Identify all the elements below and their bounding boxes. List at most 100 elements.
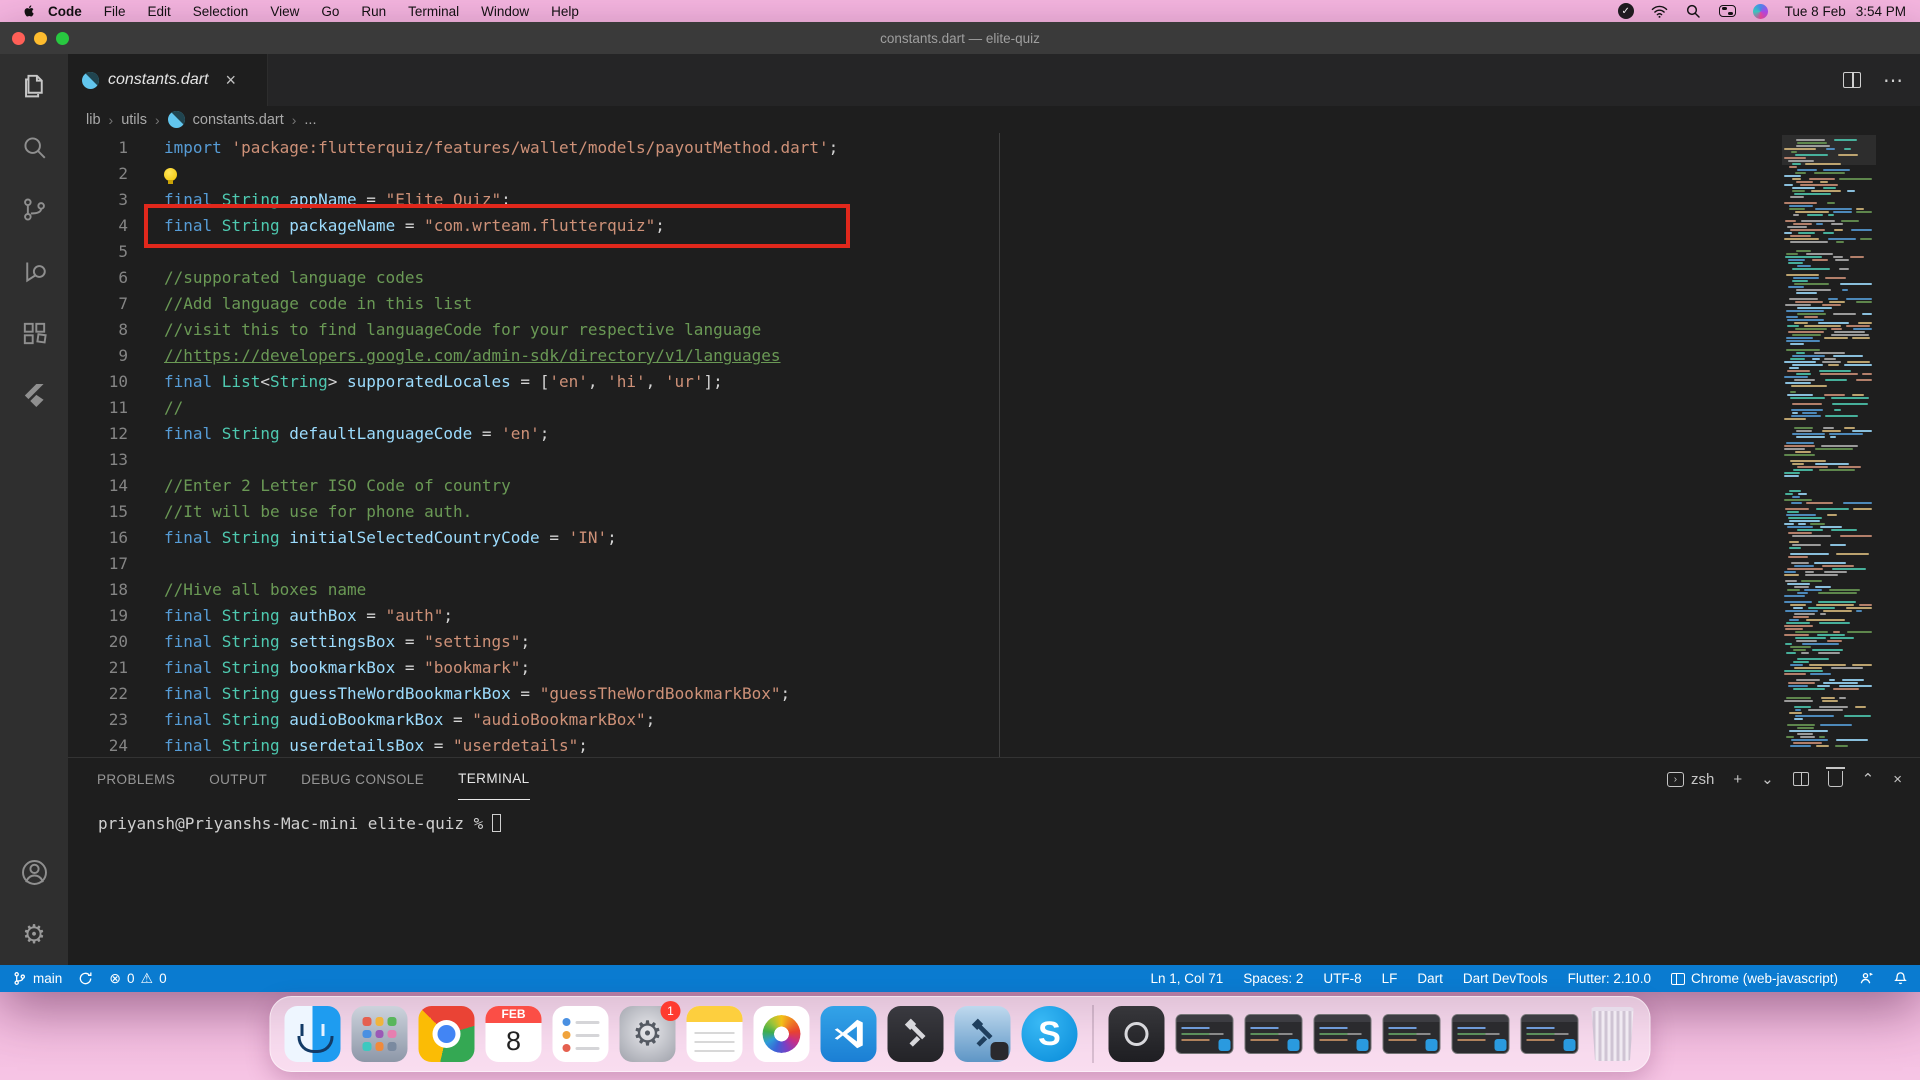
status-item-dart[interactable]: Dart <box>1417 971 1443 986</box>
terminal-output[interactable]: priyansh@Priyanshs-Mac-mini elite-quiz % <box>68 800 1920 833</box>
dock-item-trash[interactable] <box>1590 1007 1636 1061</box>
line-number[interactable]: 16 <box>68 525 128 551</box>
terminal-dropdown-icon[interactable]: ⌄ <box>1761 770 1774 788</box>
code-line[interactable]: 2 <box>68 161 1920 187</box>
status-item-dart[interactable]: Dart DevTools <box>1463 971 1548 986</box>
split-terminal-icon[interactable] <box>1793 772 1809 786</box>
code-line[interactable]: 18//Hive all boxes name <box>68 577 1920 603</box>
line-number[interactable]: 15 <box>68 499 128 525</box>
status-item-ln[interactable]: Ln 1, Col 71 <box>1150 971 1223 986</box>
more-actions-icon[interactable]: ⋯ <box>1883 68 1904 93</box>
dock-item-chrome[interactable] <box>419 1006 475 1062</box>
code-line[interactable]: 11// <box>68 395 1920 421</box>
dock-item-calendar[interactable]: FEB8 <box>486 1006 542 1062</box>
dock-item-window-5[interactable] <box>1452 1014 1510 1054</box>
flutter-icon[interactable] <box>0 364 68 426</box>
line-number[interactable]: 21 <box>68 655 128 681</box>
shield-check-icon[interactable]: ✓ <box>1618 3 1634 19</box>
breadcrumb-item[interactable]: lib <box>86 112 101 128</box>
dock-item-vscode[interactable] <box>821 1006 877 1062</box>
siri-icon[interactable] <box>1753 4 1768 19</box>
line-number[interactable]: 20 <box>68 629 128 655</box>
line-number[interactable]: 14 <box>68 473 128 499</box>
menu-item-edit[interactable]: Edit <box>137 0 182 22</box>
code-line[interactable]: 16final String initialSelectedCountryCod… <box>68 525 1920 551</box>
code-line[interactable]: 20final String settingsBox = "settings"; <box>68 629 1920 655</box>
kill-terminal-icon[interactable] <box>1828 771 1843 787</box>
line-number[interactable]: 4 <box>68 213 128 239</box>
dock-item-finder[interactable] <box>285 1006 341 1062</box>
status-item-lf[interactable]: LF <box>1382 971 1398 986</box>
control-center-icon[interactable] <box>1719 5 1736 17</box>
code-line[interactable]: 13 <box>68 447 1920 473</box>
settings-gear-icon[interactable]: ⚙ <box>0 903 68 965</box>
menu-item-go[interactable]: Go <box>310 0 350 22</box>
code-line[interactable]: 19final String authBox = "auth"; <box>68 603 1920 629</box>
dock-item-window-3[interactable] <box>1314 1014 1372 1054</box>
line-number[interactable]: 3 <box>68 187 128 213</box>
menu-item-window[interactable]: Window <box>470 0 540 22</box>
code-line[interactable]: 15//It will be use for phone auth. <box>68 499 1920 525</box>
breadcrumb-item[interactable]: utils <box>121 112 147 128</box>
status-item-flutter[interactable]: Flutter: 2.10.0 <box>1568 971 1651 986</box>
line-number[interactable]: 24 <box>68 733 128 757</box>
browser-target[interactable]: Chrome (web-javascript) <box>1671 971 1838 986</box>
code-line[interactable]: 14//Enter 2 Letter ISO Code of country <box>68 473 1920 499</box>
dock-item-skype[interactable]: S <box>1022 1006 1078 1062</box>
close-panel-icon[interactable]: × <box>1893 771 1902 788</box>
code-line[interactable]: 7//Add language code in this list <box>68 291 1920 317</box>
line-number[interactable]: 8 <box>68 317 128 343</box>
wifi-icon[interactable] <box>1651 3 1668 20</box>
dock-item-notes[interactable] <box>687 1006 743 1062</box>
code-line[interactable]: 9//https://developers.google.com/admin-s… <box>68 343 1920 369</box>
dock-item-system-preferences[interactable]: ⚙1 <box>620 1006 676 1062</box>
code-line[interactable]: 12final String defaultLanguageCode = 'en… <box>68 421 1920 447</box>
explorer-icon[interactable] <box>0 54 68 116</box>
search-icon[interactable] <box>0 116 68 178</box>
code-line[interactable]: 21final String bookmarkBox = "bookmark"; <box>68 655 1920 681</box>
dock-item-dark-app[interactable] <box>1109 1006 1165 1062</box>
line-number[interactable]: 19 <box>68 603 128 629</box>
maximize-panel-icon[interactable]: ⌃ <box>1862 770 1875 788</box>
line-number[interactable]: 23 <box>68 707 128 733</box>
sync-indicator[interactable] <box>78 971 93 986</box>
feedback-button[interactable] <box>1858 971 1873 986</box>
line-number[interactable]: 18 <box>68 577 128 603</box>
dock-item-xcode-blue[interactable] <box>955 1006 1011 1062</box>
line-number[interactable]: 2 <box>68 161 128 187</box>
tab-constants-dart[interactable]: constants.dart × <box>68 54 268 106</box>
line-number[interactable]: 11 <box>68 395 128 421</box>
line-number[interactable]: 5 <box>68 239 128 265</box>
menu-item-selection[interactable]: Selection <box>182 0 260 22</box>
notifications-button[interactable] <box>1893 971 1908 986</box>
apple-menu-icon[interactable] <box>22 3 37 20</box>
menu-item-app[interactable]: Code <box>37 0 93 22</box>
code-line[interactable]: 24final String userdetailsBox = "userdet… <box>68 733 1920 757</box>
dock-item-xcode-dark[interactable] <box>888 1006 944 1062</box>
line-number[interactable]: 13 <box>68 447 128 473</box>
new-terminal-icon[interactable]: + <box>1733 771 1742 788</box>
source-control-icon[interactable] <box>0 178 68 240</box>
menu-item-run[interactable]: Run <box>350 0 397 22</box>
code-editor[interactable]: 1import 'package:flutterquiz/features/wa… <box>68 133 1920 757</box>
dock-item-window-6[interactable] <box>1521 1014 1579 1054</box>
line-number[interactable]: 6 <box>68 265 128 291</box>
code-line[interactable]: 23final String audioBookmarkBox = "audio… <box>68 707 1920 733</box>
extensions-icon[interactable] <box>0 302 68 364</box>
line-number[interactable]: 22 <box>68 681 128 707</box>
minimap[interactable] <box>1782 135 1876 757</box>
dock-item-launchpad[interactable] <box>352 1006 408 1062</box>
status-item-spaces[interactable]: Spaces: 2 <box>1243 971 1303 986</box>
menu-item-file[interactable]: File <box>93 0 137 22</box>
line-number[interactable]: 7 <box>68 291 128 317</box>
run-debug-icon[interactable] <box>0 240 68 302</box>
tab-close-icon[interactable]: × <box>226 70 237 91</box>
branch-indicator[interactable]: main <box>12 971 62 986</box>
menu-item-terminal[interactable]: Terminal <box>397 0 470 22</box>
dock-item-reminders[interactable] <box>553 1006 609 1062</box>
menu-item-view[interactable]: View <box>259 0 310 22</box>
code-line[interactable]: 8//visit this to find languageCode for y… <box>68 317 1920 343</box>
code-line[interactable]: 6//supporated language codes <box>68 265 1920 291</box>
line-number[interactable]: 1 <box>68 135 128 161</box>
line-number[interactable]: 9 <box>68 343 128 369</box>
